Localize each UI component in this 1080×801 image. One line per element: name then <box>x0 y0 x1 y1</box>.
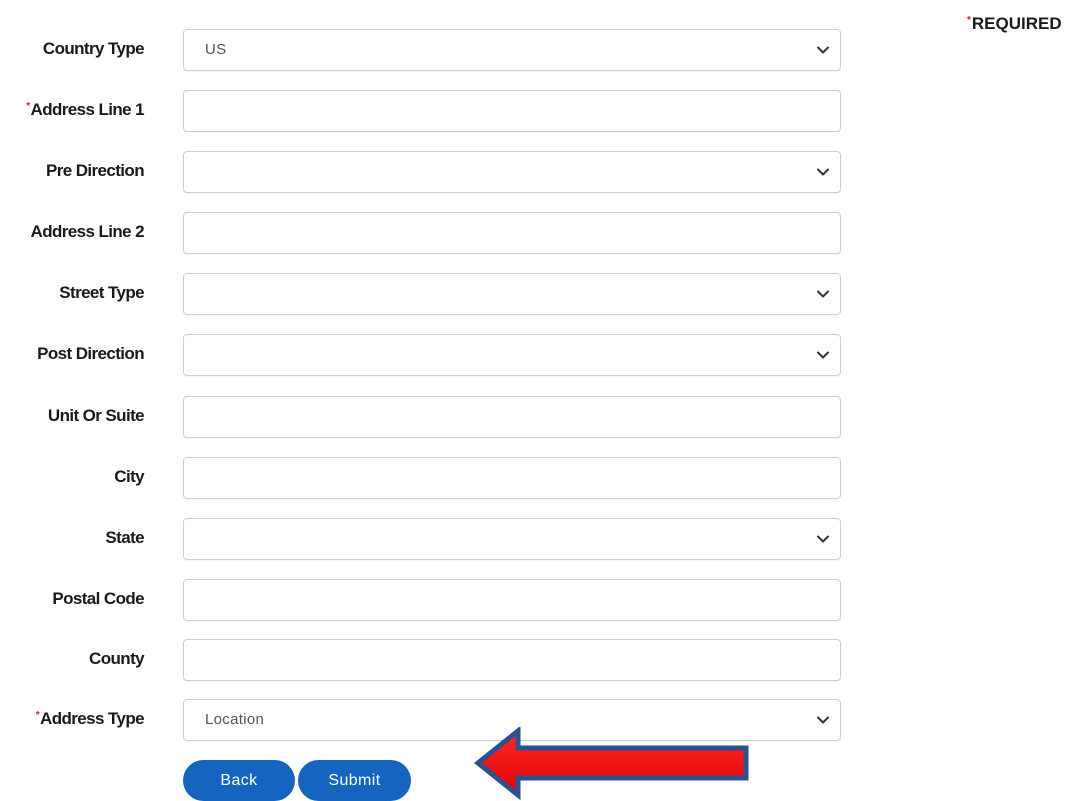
address-type-label: *Address Type <box>35 709 145 728</box>
address-line-1-field <box>183 90 841 132</box>
required-asterisk: * <box>26 101 30 112</box>
chevron-down-icon <box>817 46 829 54</box>
country-type-label: Country Type <box>42 39 145 58</box>
country-type-value: US <box>205 41 227 58</box>
submit-button[interactable]: Submit <box>298 760 411 801</box>
address-type-value: Location <box>205 711 265 728</box>
post-direction-label: Post Direction <box>37 344 144 363</box>
chevron-down-icon <box>817 716 829 724</box>
required-asterisk: * <box>967 15 971 26</box>
postal-code-label: Postal Code <box>52 589 144 608</box>
postal-code-input[interactable] <box>184 580 840 620</box>
required-asterisk: * <box>35 710 40 721</box>
postal-code-field <box>183 579 841 621</box>
county-label: County <box>89 649 145 668</box>
post-direction-select[interactable] <box>183 334 841 376</box>
state-label: State <box>105 528 144 547</box>
state-select[interactable] <box>183 518 841 560</box>
unit-or-suite-field <box>183 396 841 438</box>
street-type-label: Street Type <box>59 283 144 302</box>
form-row-address-line-2: Address Line 2 <box>0 212 860 254</box>
address-line-1-input[interactable] <box>184 91 840 131</box>
form-row-county: County <box>0 639 860 681</box>
country-type-select[interactable]: US <box>183 29 841 71</box>
address-line-2-field <box>183 212 841 254</box>
address-line-2-label: Address Line 2 <box>30 222 145 241</box>
chevron-down-icon <box>817 535 829 543</box>
form-row-state: State <box>0 518 860 560</box>
chevron-down-icon <box>817 168 829 176</box>
street-type-select[interactable] <box>183 273 841 315</box>
city-input[interactable] <box>184 458 840 498</box>
chevron-down-icon <box>817 351 829 359</box>
city-label: City <box>114 467 144 486</box>
form-row-postal-code: Postal Code <box>0 579 860 621</box>
unit-or-suite-input[interactable] <box>184 397 840 437</box>
required-legend: *REQUIRED <box>967 14 1062 34</box>
back-button[interactable]: Back <box>183 760 295 801</box>
unit-or-suite-label: Unit Or Suite <box>47 406 145 425</box>
form-row-unit-or-suite: Unit Or Suite <box>0 396 860 438</box>
red-arrow-icon <box>474 727 749 801</box>
form-row-post-direction: Post Direction <box>0 334 860 376</box>
required-legend-label: REQUIRED <box>971 14 1062 33</box>
address-line-2-input[interactable] <box>184 213 840 253</box>
pre-direction-select[interactable] <box>183 151 841 193</box>
pre-direction-label: Pre Direction <box>45 161 145 180</box>
city-field <box>183 457 841 499</box>
county-field <box>183 639 841 681</box>
form-row-address-line-1: *Address Line 1 <box>0 90 860 132</box>
form-row-street-type: Street Type <box>0 273 860 315</box>
form-row-country-type: Country Type US <box>0 29 860 71</box>
form-row-pre-direction: Pre Direction <box>0 151 860 193</box>
chevron-down-icon <box>817 290 829 298</box>
form-row-city: City <box>0 457 860 499</box>
address-line-1-label: *Address Line 1 <box>26 100 144 119</box>
county-input[interactable] <box>184 640 840 680</box>
